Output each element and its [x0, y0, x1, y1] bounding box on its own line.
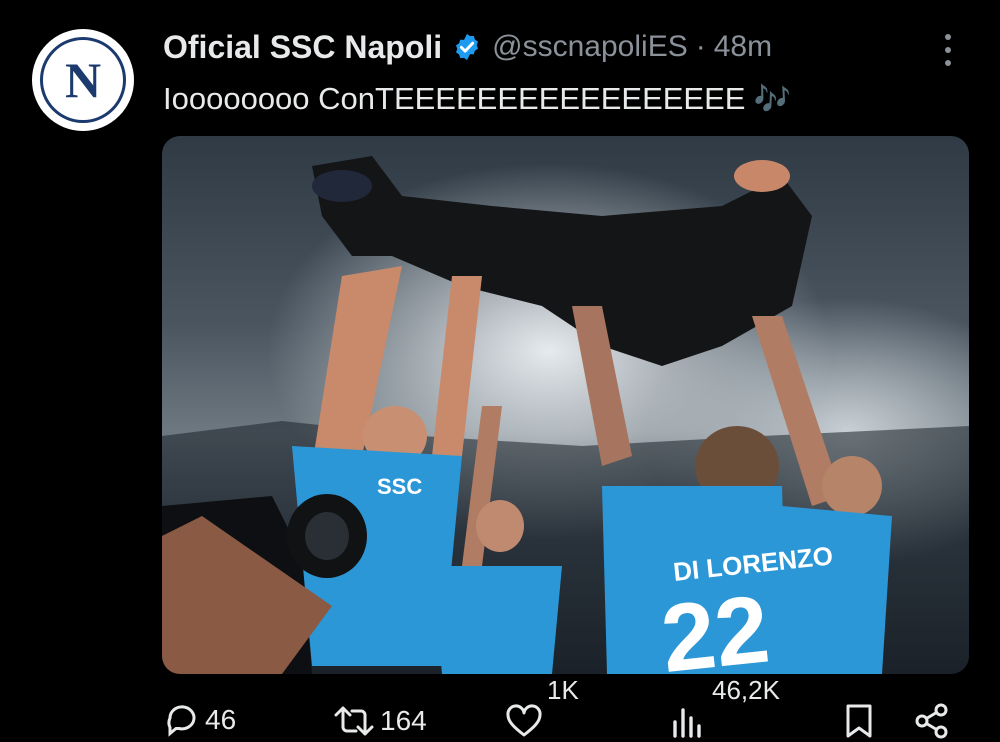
- like-button[interactable]: [505, 704, 543, 738]
- napoli-logo: N: [40, 37, 126, 123]
- like-count: 1K: [547, 675, 579, 705]
- reply-count: 46: [205, 704, 237, 735]
- avatar-letter: N: [64, 52, 102, 108]
- repost-button[interactable]: 164: [330, 703, 427, 739]
- timestamp[interactable]: 48m: [714, 30, 772, 64]
- more-vertical-icon[interactable]: [935, 30, 961, 70]
- share-button[interactable]: [913, 702, 951, 740]
- views-button[interactable]: [670, 704, 704, 738]
- music-notes-emoji: 🎶: [753, 82, 791, 116]
- avatar[interactable]: N: [32, 29, 134, 131]
- post-text-body: Ioooooooo ConTEEEEEEEEEEEEEEEEE: [163, 81, 746, 116]
- post-header: Oficial SSC Napoli @sscnapoliES · 48m: [163, 26, 772, 68]
- post-text: Ioooooooo ConTEEEEEEEEEEEEEEEEE 🎶: [163, 78, 791, 120]
- jersey-badge-text: SSC: [377, 474, 422, 499]
- handle[interactable]: @sscnapoliES: [492, 30, 688, 64]
- verified-badge-icon: [456, 33, 479, 61]
- jersey-number-text: 22: [656, 575, 773, 674]
- separator-dot: ·: [695, 30, 706, 63]
- views-chart-icon: [673, 708, 701, 738]
- celebration-photo: SSC DI LORENZO 22: [162, 136, 969, 674]
- repost-icon: [334, 706, 374, 736]
- reply-icon: [167, 705, 196, 737]
- display-name[interactable]: Oficial SSC Napoli: [163, 29, 442, 66]
- repost-count: 164: [380, 705, 427, 736]
- bookmark-button[interactable]: [843, 702, 875, 740]
- bookmark-icon: [846, 704, 872, 738]
- reply-button[interactable]: 46: [163, 703, 236, 737]
- heart-icon: [506, 704, 542, 737]
- views-count: 46,2K: [712, 675, 780, 705]
- share-icon: [915, 703, 948, 739]
- post-media-photo[interactable]: SSC DI LORENZO 22: [162, 136, 969, 674]
